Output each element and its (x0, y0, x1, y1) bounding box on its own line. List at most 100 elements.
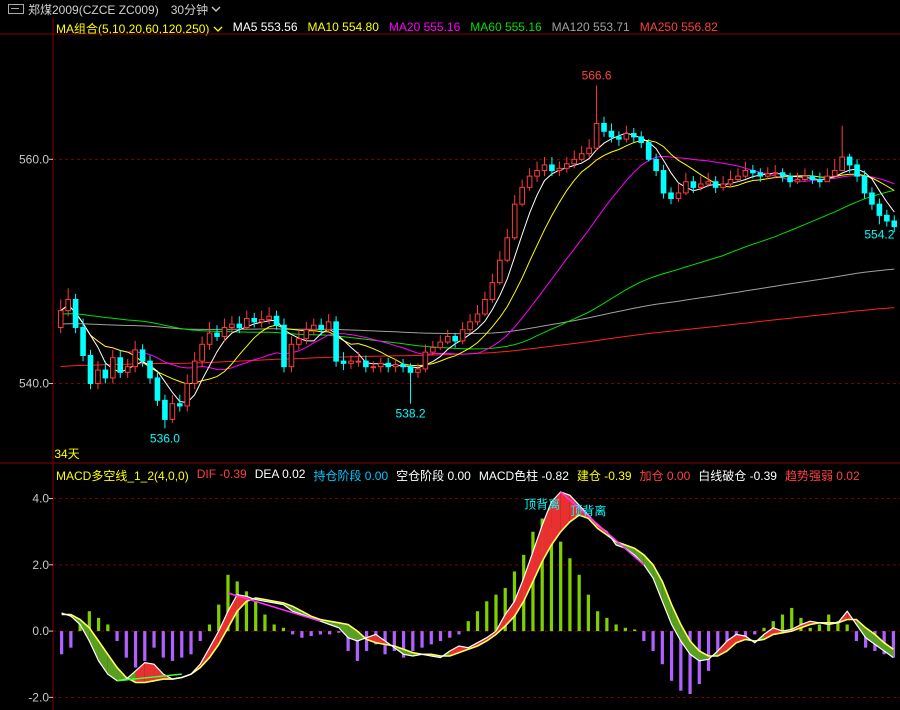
candle-body (712, 181, 719, 188)
candle-body (430, 347, 436, 353)
candle-body (683, 181, 689, 194)
candle-body (660, 170, 667, 194)
price-annotation: 34天 (54, 447, 79, 461)
candle-body (333, 321, 339, 362)
candle-body (132, 349, 138, 368)
candle-body (340, 360, 347, 364)
price-annotation: 538.2 (396, 407, 426, 421)
candle-body (891, 220, 898, 228)
candle-body (474, 313, 481, 323)
candle-body (348, 360, 354, 364)
candle-body (258, 319, 265, 323)
macd-annotation: 顶背离 (570, 503, 606, 518)
candle-body (191, 360, 198, 385)
candle-body (385, 362, 391, 368)
candle-body (169, 403, 176, 420)
divergence-line (560, 491, 645, 566)
candle-body (221, 326, 228, 337)
candle-body (139, 349, 146, 362)
candle-body (229, 323, 235, 328)
macd-ribbon-segment (98, 641, 108, 675)
candle-body (72, 298, 79, 328)
candle-body (325, 321, 332, 331)
candle-body (697, 183, 704, 188)
candle-body (571, 158, 578, 165)
candle-body (489, 282, 496, 300)
macd-annotation: 顶背离 (524, 497, 560, 512)
candle-body (422, 351, 429, 370)
candle-body (824, 175, 831, 183)
candle-body (154, 377, 161, 401)
candle-body (392, 363, 399, 368)
candle-body (95, 369, 101, 385)
candle-body (861, 175, 868, 194)
candle-body (310, 324, 317, 331)
price-annotation: 566.6 (582, 68, 612, 82)
candle-body (355, 360, 362, 363)
candle-body (444, 335, 451, 343)
candle-body (869, 192, 875, 205)
kline-chart[interactable]: 560.0 540.0 566.6 536.0 538.2 554.2 34天 4.0 2.0 0… (0, 0, 900, 710)
candle-body (467, 321, 473, 331)
candle-body (817, 178, 823, 183)
price-tick-label: 540.0 (19, 377, 49, 391)
ma10-line (60, 140, 895, 385)
candle-body (65, 298, 71, 312)
price-tick-label: 560.0 (19, 152, 49, 166)
dif-line (61, 491, 894, 682)
macd-tick-label: -2.0 (28, 690, 49, 704)
candle-body (653, 158, 659, 172)
candle-body (497, 259, 503, 284)
candle-body (884, 214, 890, 222)
candle-body (110, 357, 116, 379)
candle-body (854, 164, 860, 177)
candle-body (117, 357, 124, 373)
candle-body (794, 178, 801, 183)
candle-body (556, 167, 563, 172)
candle-body (377, 362, 384, 368)
candle-body (876, 203, 883, 216)
candle-body (526, 175, 533, 188)
candle-body (593, 122, 600, 149)
candle-body (705, 181, 712, 185)
candle-body (370, 366, 377, 369)
candle-body (184, 383, 191, 407)
candle-body (80, 326, 86, 357)
candle-body (57, 310, 64, 328)
candle-body (251, 318, 258, 323)
candle-body (519, 186, 525, 205)
candle-body (720, 183, 726, 188)
candle-body (608, 130, 615, 138)
candle-body (534, 170, 540, 177)
candle-body (273, 315, 280, 326)
candle-body (407, 366, 414, 373)
candle-body (601, 122, 607, 132)
candle-body (296, 338, 302, 345)
candle-body (206, 332, 213, 345)
candle-body (363, 360, 369, 368)
candle-body (638, 136, 645, 143)
candle-body (623, 133, 630, 140)
candle-body (102, 369, 109, 379)
candle-body (779, 172, 786, 177)
candle-body (214, 332, 220, 337)
candle-body (303, 329, 310, 340)
candle-body (630, 133, 637, 138)
candle-body (162, 399, 168, 420)
ma20-line (60, 155, 895, 370)
candle-body (199, 343, 205, 362)
candle-body (586, 147, 592, 155)
candle-body (690, 181, 697, 188)
candle-body (288, 343, 295, 368)
macd-ribbon-segment (144, 662, 155, 683)
candle-body (541, 164, 548, 172)
candle-body (452, 335, 458, 342)
candle-body (415, 368, 421, 373)
candle-body (266, 315, 272, 321)
candle-body (831, 170, 838, 177)
candle-body (87, 355, 94, 385)
candle-body (809, 175, 816, 180)
candle-body (727, 178, 734, 185)
candle-body (742, 170, 749, 177)
candle-body (243, 318, 250, 328)
